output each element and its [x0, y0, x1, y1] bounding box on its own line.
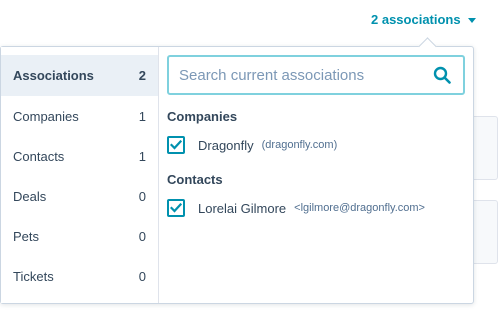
- sidebar: Associations 2 Companies 1 Contacts 1 De…: [1, 47, 159, 303]
- association-name: Dragonfly: [198, 137, 254, 153]
- associations-toggle-label: 2 associations: [371, 12, 461, 27]
- checkmark-icon: [170, 140, 182, 150]
- sidebar-item-count: 0: [138, 268, 146, 284]
- group-header-companies: Companies: [167, 109, 238, 124]
- sidebar-item-count: 1: [138, 108, 146, 124]
- sidebar-item-associations[interactable]: Associations 2: [1, 55, 158, 96]
- sidebar-item-count: 1: [138, 148, 146, 164]
- associations-panel: Companies Dragonfly (dragonfly.com) Cont…: [159, 47, 473, 303]
- group-header-contacts: Contacts: [167, 172, 223, 187]
- sidebar-item-count: 0: [138, 228, 146, 244]
- sidebar-item-label: Pets: [13, 228, 40, 244]
- search-box: [167, 55, 465, 95]
- sidebar-item-label: Associations: [13, 68, 94, 83]
- association-row-lorelai-gilmore: Lorelai Gilmore <lgilmore@dragonfly.com>: [167, 197, 465, 219]
- association-checkbox[interactable]: [167, 136, 185, 154]
- associations-toggle[interactable]: 2 associations: [371, 12, 476, 27]
- sidebar-item-tickets[interactable]: Tickets 0: [1, 256, 158, 296]
- association-checkbox[interactable]: [167, 199, 185, 217]
- association-name: Lorelai Gilmore: [198, 200, 287, 216]
- sidebar-item-pets[interactable]: Pets 0: [1, 216, 158, 256]
- sidebar-item-label: Tickets: [13, 268, 54, 284]
- sidebar-item-label: Deals: [13, 188, 47, 204]
- checkmark-icon: [170, 203, 182, 213]
- sidebar-item-count: 0: [138, 188, 146, 204]
- association-detail: <lgilmore@dragonfly.com>: [294, 202, 425, 214]
- search-icon[interactable]: [433, 66, 451, 84]
- association-detail: (dragonfly.com): [261, 139, 338, 151]
- search-input[interactable]: [169, 57, 419, 93]
- sidebar-item-label: Contacts: [13, 148, 65, 164]
- sidebar-item-count: 2: [138, 68, 146, 83]
- caret-down-icon: [467, 18, 476, 23]
- sidebar-item-contacts[interactable]: Contacts 1: [1, 136, 158, 176]
- sidebar-item-deals[interactable]: Deals 0: [1, 176, 158, 216]
- sidebar-item-label: Companies: [13, 108, 79, 124]
- sidebar-item-companies[interactable]: Companies 1: [1, 96, 158, 136]
- associations-popover: Associations 2 Companies 1 Contacts 1 De…: [0, 37, 474, 304]
- association-row-dragonfly: Dragonfly (dragonfly.com): [167, 134, 465, 156]
